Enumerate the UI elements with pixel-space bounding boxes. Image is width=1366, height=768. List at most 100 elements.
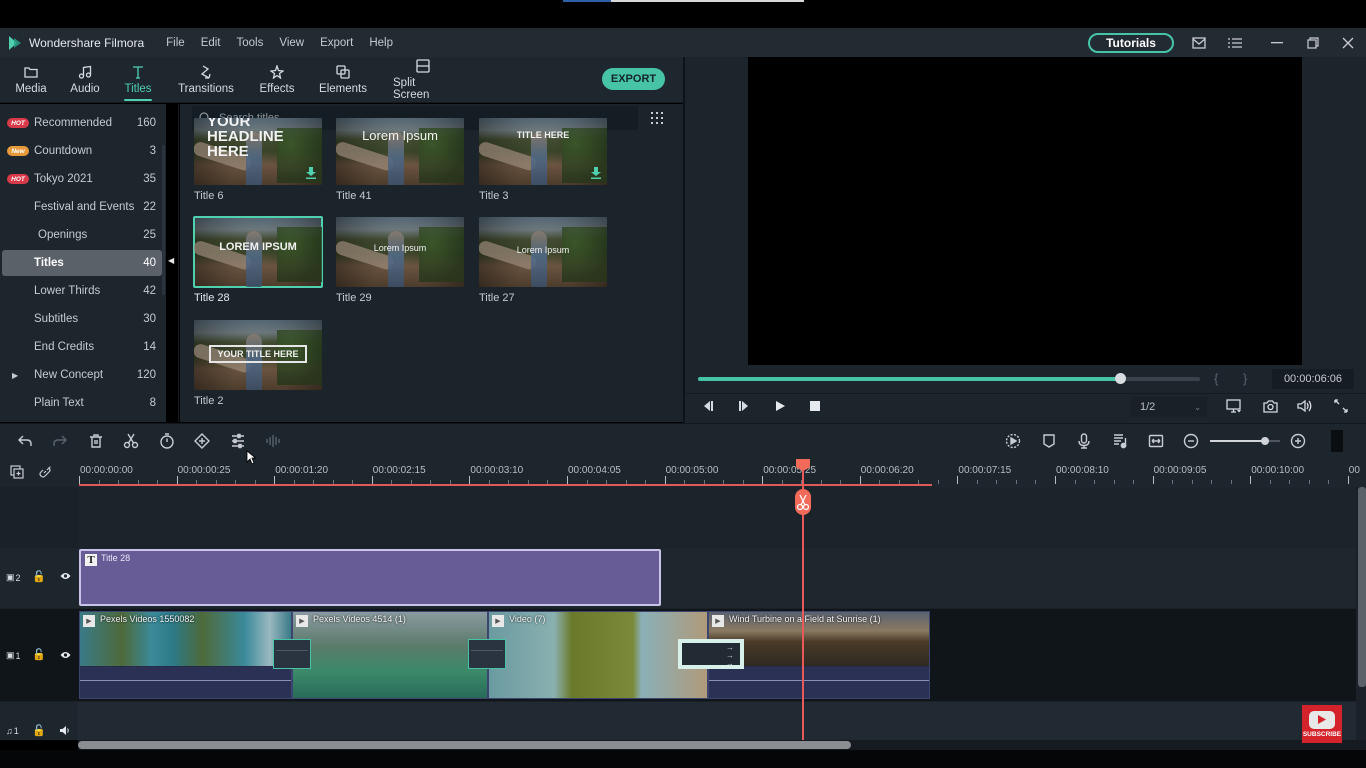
title-thumbnail[interactable]: Lorem Ipsum Title 41 <box>336 118 464 202</box>
render-status-bar <box>79 484 932 486</box>
lock-icon[interactable]: 🔓 <box>32 648 46 661</box>
grid-view-icon[interactable] <box>650 111 664 125</box>
menu-help[interactable]: Help <box>369 37 393 49</box>
tab-transitions[interactable]: Transitions <box>178 57 234 103</box>
category-end-credits[interactable]: End Credits 14 <box>2 334 162 360</box>
fit-timeline-icon[interactable] <box>1148 433 1164 449</box>
video-clip[interactable]: ▶ Pexels Videos 4514 (1) <box>292 611 488 699</box>
title-clip[interactable]: T Title 28 <box>79 549 661 606</box>
title-thumbnail[interactable]: TITLE HERE Title 3 <box>479 118 607 202</box>
next-frame-icon[interactable] <box>736 398 752 414</box>
category-titles[interactable]: Titles 40 <box>2 250 162 276</box>
cut-scissors-icon[interactable] <box>123 433 139 449</box>
category-tokyo-2021[interactable]: HOT Tokyo 2021 35 <box>2 166 162 192</box>
category-lower-thirds[interactable]: Lower Thirds 42 <box>2 278 162 304</box>
audio-mixer-icon[interactable] <box>1112 433 1128 449</box>
progress-knob[interactable] <box>1114 373 1126 384</box>
render-preview-icon[interactable] <box>1005 433 1021 449</box>
youtube-subscribe-button[interactable]: SUBSCRIBE <box>1302 705 1342 743</box>
download-icon[interactable] <box>591 167 601 179</box>
add-track-icon[interactable] <box>10 465 24 479</box>
tab-titles[interactable]: Titles <box>122 57 154 103</box>
collapse-sidebar-arrow-icon[interactable]: ◀ <box>168 256 174 265</box>
timeline-zoom-slider[interactable] <box>1210 437 1280 445</box>
category-new-concept[interactable]: ▶ New Concept 120 <box>2 362 162 388</box>
undo-icon[interactable] <box>17 433 33 449</box>
redo-icon[interactable] <box>52 433 68 449</box>
zoom-in-icon[interactable] <box>1290 433 1306 449</box>
lock-icon[interactable]: 🔓 <box>32 724 46 737</box>
minimize-icon[interactable] <box>1268 34 1286 52</box>
category-openings[interactable]: Openings 25 <box>2 222 162 248</box>
display-settings-icon[interactable] <box>1226 398 1242 414</box>
title-thumbnail[interactable]: Lorem Ipsum Title 29 <box>336 217 464 304</box>
category-subtitles[interactable]: Subtitles 30 <box>2 306 162 332</box>
timeline-ruler[interactable]: 00:00:00:00 00:00:00:25 00:00:01:20 00:00:0… <box>0 459 1366 487</box>
keyframe-diamond-icon[interactable] <box>194 433 210 449</box>
restore-icon[interactable] <box>1304 34 1322 52</box>
download-icon[interactable] <box>306 167 316 179</box>
tab-split-screen[interactable]: Split Screen <box>393 57 453 103</box>
title-thumbnail[interactable]: YOUR HEADLINE HERE Title 6 <box>194 118 322 202</box>
category-plain-text[interactable]: Plain Text 8 <box>2 390 162 416</box>
hot-badge: HOT <box>7 174 29 184</box>
playback-progress-bar[interactable] <box>698 373 1200 384</box>
previous-frame-icon[interactable] <box>700 398 716 414</box>
tab-elements[interactable]: Elements <box>319 57 367 103</box>
transition-marker-selected[interactable]: → → → <box>678 639 744 669</box>
title-thumbnail[interactable]: YOUR TITLE HERE Title 2 <box>194 320 322 407</box>
ruler-tick-label: 00:00:06:20 <box>860 465 914 476</box>
adjust-sliders-icon[interactable] <box>230 433 246 449</box>
menu-edit[interactable]: Edit <box>201 37 221 49</box>
category-countdown[interactable]: New Countdown 3 <box>2 138 162 164</box>
title-thumbnail-selected[interactable]: LOREM IPSUM Title 28 <box>193 216 323 304</box>
transition-marker[interactable] <box>273 639 311 669</box>
eye-visibility-icon[interactable] <box>60 651 71 659</box>
fullscreen-icon[interactable] <box>1333 398 1349 414</box>
menu-export[interactable]: Export <box>320 37 353 49</box>
delete-trash-icon[interactable] <box>88 433 104 449</box>
lock-icon[interactable]: 🔓 <box>32 570 46 583</box>
panel-resize-handle[interactable] <box>1331 430 1343 452</box>
audio-waveform-icon[interactable] <box>265 433 281 449</box>
marker-icon[interactable] <box>1041 433 1057 449</box>
horizontal-scrollbar-thumb[interactable] <box>78 741 851 749</box>
preview-quality-select[interactable]: 1/2 ⌄ <box>1131 397 1207 417</box>
playhead-scissor-icon[interactable] <box>793 489 813 515</box>
video-clip[interactable]: ▶ Video (7) <box>488 611 708 699</box>
mail-icon[interactable] <box>1190 34 1208 52</box>
category-festival-and-events[interactable]: Festival and Events 22 <box>2 194 162 220</box>
play-icon[interactable] <box>772 398 788 414</box>
mark-in-button[interactable]: { <box>1214 371 1218 386</box>
title-thumbnail[interactable]: Lorem Ipsum Title 27 <box>479 217 607 304</box>
speed-timer-icon[interactable] <box>159 433 175 449</box>
tutorials-button[interactable]: Tutorials <box>1088 33 1174 53</box>
zoom-out-icon[interactable] <box>1183 433 1199 449</box>
play-icon: ▶ <box>296 615 308 627</box>
link-icon[interactable] <box>38 465 52 479</box>
speaker-icon[interactable] <box>60 726 71 735</box>
stop-icon[interactable] <box>807 398 823 414</box>
eye-visibility-icon[interactable] <box>60 572 71 580</box>
microphone-icon[interactable] <box>1076 433 1092 449</box>
snapshot-camera-icon[interactable] <box>1262 398 1278 414</box>
expand-arrow-icon[interactable]: ▶ <box>12 371 18 380</box>
menu-tools[interactable]: Tools <box>237 37 264 49</box>
video-clip[interactable]: ▶ Pexels Videos 1550082 <box>79 611 292 699</box>
menu-file[interactable]: File <box>166 37 185 49</box>
volume-icon[interactable] <box>1297 398 1313 414</box>
list-menu-icon[interactable] <box>1226 34 1244 52</box>
transition-marker[interactable] <box>468 639 506 669</box>
export-button[interactable]: EXPORT <box>602 68 665 90</box>
tab-media[interactable]: Media <box>14 57 48 103</box>
mark-out-button[interactable]: } <box>1243 371 1247 386</box>
timeline-vertical-scrollbar[interactable] <box>1358 487 1366 687</box>
zoom-slider-knob[interactable] <box>1260 437 1269 445</box>
tab-audio[interactable]: Audio <box>70 57 100 103</box>
menu-view[interactable]: View <box>279 37 304 49</box>
tab-effects[interactable]: Effects <box>259 57 295 103</box>
category-recommended[interactable]: HOT Recommended 160 <box>2 110 162 136</box>
thumbnail-image: YOUR HEADLINE HERE <box>194 118 322 185</box>
close-icon[interactable] <box>1339 34 1357 52</box>
sidebar-scrollbar[interactable] <box>162 145 165 295</box>
